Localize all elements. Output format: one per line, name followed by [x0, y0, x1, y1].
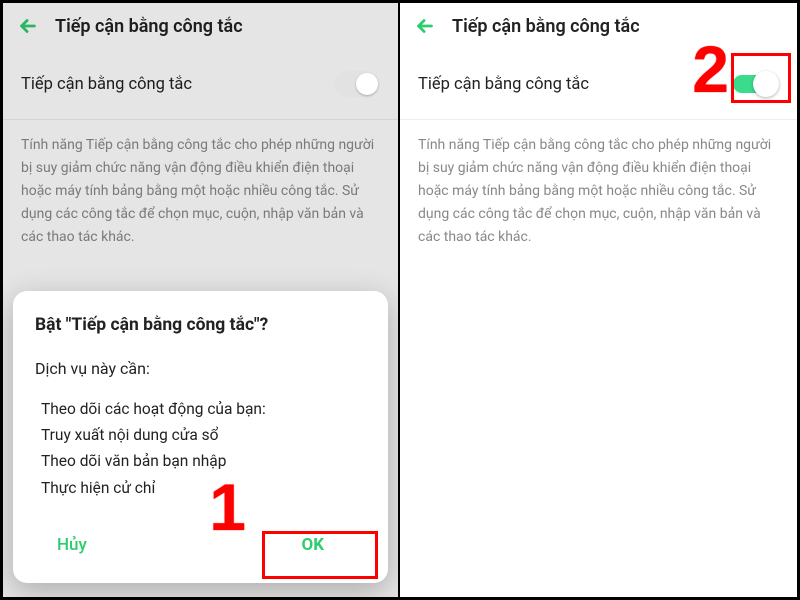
setting-description: Tính năng Tiếp cận bằng công tắc cho phé… [3, 120, 398, 263]
list-item: Thực hiện cử chỉ [41, 475, 366, 501]
dialog-title: Bật "Tiếp cận bằng công tắc"? [35, 315, 366, 335]
back-arrow-icon[interactable] [17, 15, 39, 37]
switch-access-setting-row[interactable]: Tiếp cận bằng công tắc [3, 49, 398, 119]
list-item: Truy xuất nội dung cửa sổ [41, 422, 366, 448]
page-title: Tiếp cận bằng công tắc [452, 16, 640, 37]
cancel-button[interactable]: Hủy [53, 527, 91, 563]
switch-access-toggle[interactable] [733, 71, 779, 97]
setting-description: Tính năng Tiếp cận bằng công tắc cho phé… [400, 120, 797, 263]
dialog-permission-list: Theo dõi các hoạt động của bạn: Truy xuấ… [35, 396, 366, 501]
list-item: Theo dõi văn bản bạn nhập [41, 448, 366, 474]
dialog-subtitle: Dịch vụ này cần: [35, 359, 366, 378]
setting-label: Tiếp cận bằng công tắc [21, 75, 192, 94]
app-header: Tiếp cận bằng công tắc [400, 3, 797, 49]
switch-access-setting-row[interactable]: Tiếp cận bằng công tắc [400, 49, 797, 119]
app-header: Tiếp cận bằng công tắc [3, 3, 398, 49]
screen-step-1: Tiếp cận bằng công tắc Tiếp cận bằng côn… [3, 3, 400, 597]
ok-button[interactable]: OK [267, 525, 358, 565]
switch-access-toggle[interactable] [334, 71, 380, 97]
back-arrow-icon[interactable] [414, 15, 436, 37]
page-title: Tiếp cận bằng công tắc [55, 16, 243, 37]
dialog-actions: Hủy OK [35, 513, 366, 577]
setting-label: Tiếp cận bằng công tắc [418, 75, 589, 94]
enable-dialog: Bật "Tiếp cận bằng công tắc"? Dịch vụ nà… [13, 291, 388, 583]
screen-step-2: Tiếp cận bằng công tắc Tiếp cận bằng côn… [400, 3, 797, 597]
list-item: Theo dõi các hoạt động của bạn: [41, 396, 366, 422]
